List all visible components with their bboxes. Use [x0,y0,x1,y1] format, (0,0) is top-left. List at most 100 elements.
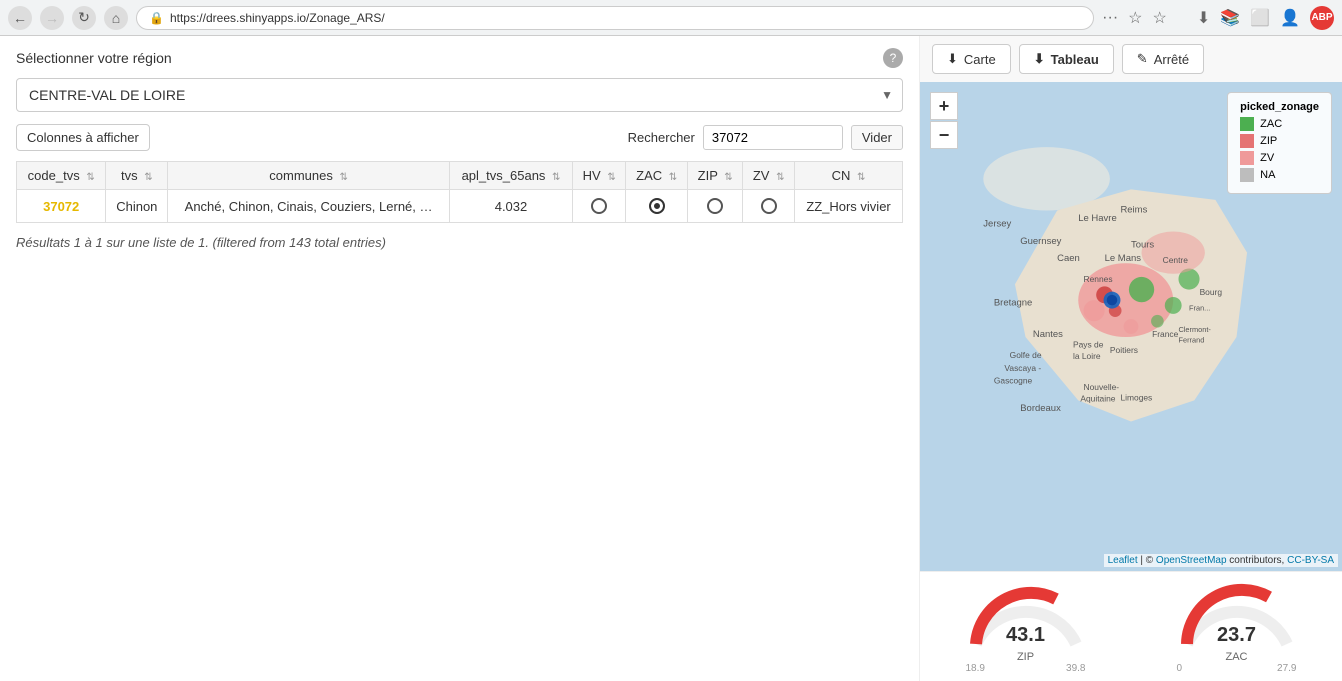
map-container[interactable]: Guernsey Bretagne Golfe de Vascaya - Gas… [920,82,1342,571]
ccbysa-link[interactable]: CC-BY-SA [1287,555,1334,566]
svg-text:Limoges: Limoges [1120,392,1152,402]
gauge-zip-visual: 43.1 [966,579,1086,649]
cell-cn: ZZ_Hors vivier [795,190,903,223]
carte-button[interactable]: ⬇ Carte [932,44,1011,74]
svg-text:Nantes: Nantes [1033,329,1063,340]
main-layout: Sélectionner votre région ? CENTRE-VAL D… [0,36,1342,681]
svg-text:Le Mans: Le Mans [1105,253,1142,264]
data-table: code_tvs ⇅ tvs ⇅ communes ⇅ apl_tvs_65an… [16,161,903,223]
gauge-zac: 23.7 ZAC 0 27.9 [1131,580,1342,673]
cell-communes: Anché, Chinon, Cinais, Couziers, Lerné, … [168,190,450,223]
history-icon[interactable]: 📚 [1220,8,1240,28]
tableau-button[interactable]: ⬇ Tableau [1019,44,1114,74]
back-button[interactable]: ← [8,6,32,30]
legend-label-zv: ZV [1260,152,1274,164]
gauge-zip-label: ZIP [1017,651,1034,663]
lock-icon: 🔒 [149,11,164,25]
map-controls: + − [930,92,958,149]
svg-text:Le Havre: Le Havre [1078,213,1116,224]
radio-zv[interactable] [761,198,777,214]
col-header-cn[interactable]: CN ⇅ [795,162,903,190]
profile-icon[interactable]: 👤 [1280,8,1300,28]
gauge-zip-range: 18.9 39.8 [966,663,1086,674]
right-panel: ⬇ Carte ⬇ Tableau ✎ Arrêté [920,36,1342,681]
legend-color-zv [1240,151,1254,165]
browser-toolbar-icons: ··· ☆ ☆ ⬇ 📚 ⬜ 👤 ABP [1102,6,1334,30]
url-text: https://drees.shinyapps.io/Zonage_ARS/ [170,11,1081,25]
star-icon[interactable]: ☆ [1152,8,1166,28]
col-header-zac[interactable]: ZAC ⇅ [626,162,688,190]
svg-text:Ferrand: Ferrand [1178,335,1204,344]
col-header-communes[interactable]: communes ⇅ [168,162,450,190]
toolbar: Colonnes à afficher Rechercher Vider [16,124,903,151]
gauge-zac-visual: 23.7 [1177,579,1297,649]
svg-text:Vascaya -: Vascaya - [1004,363,1041,373]
gauge-zac-range: 0 27.9 [1177,663,1297,674]
svg-text:Clermont-: Clermont- [1178,325,1211,334]
forward-button[interactable]: → [40,6,64,30]
radio-hv[interactable] [591,198,607,214]
gauge-zip-max: 39.8 [1066,663,1085,674]
svg-text:Jersey: Jersey [983,218,1011,229]
svg-text:Aquitaine: Aquitaine [1080,393,1115,403]
legend-label-zip: ZIP [1260,135,1277,147]
home-button[interactable]: ⌂ [104,6,128,30]
gauge-zac-min: 0 [1177,663,1183,674]
map-toolbar: ⬇ Carte ⬇ Tableau ✎ Arrêté [920,36,1342,82]
download-carte-icon: ⬇ [947,51,958,67]
col-header-zip[interactable]: ZIP ⇅ [688,162,743,190]
legend-item-zv: ZV [1240,151,1319,165]
region-select-wrapper: CENTRE-VAL DE LOIRE ILE-DE-FRANCE NORMAN… [16,78,903,112]
gauge-zip-value: 43.1 [1006,624,1045,647]
more-icon[interactable]: ··· [1102,9,1118,27]
downloads-icon[interactable]: ⬇ [1197,8,1210,28]
cell-hv [573,190,626,223]
address-bar[interactable]: 🔒 https://drees.shinyapps.io/Zonage_ARS/ [136,6,1094,30]
svg-text:Bordeaux: Bordeaux [1020,403,1061,414]
bookmark-icon[interactable]: ☆ [1128,8,1142,28]
map-attribution: Leaflet | © OpenStreetMap contributors, … [1104,554,1338,567]
osm-link[interactable]: OpenStreetMap [1156,555,1227,566]
col-header-hv[interactable]: HV ⇅ [573,162,626,190]
col-header-apl[interactable]: apl_tvs_65ans ⇅ [449,162,572,190]
legend-color-zip [1240,134,1254,148]
gauge-section: 43.1 ZIP 18.9 39.8 23.7 [920,571,1342,681]
col-header-tvs[interactable]: tvs ⇅ [106,162,168,190]
columns-button[interactable]: Colonnes à afficher [16,124,150,151]
svg-text:Fran...: Fran... [1189,304,1210,313]
legend-item-zip: ZIP [1240,134,1319,148]
svg-text:Pays de: Pays de [1073,340,1104,350]
gauge-zip-min: 18.9 [966,663,985,674]
help-icon[interactable]: ? [883,48,903,68]
table-row: 37072 Chinon Anché, Chinon, Cinais, Couz… [17,190,903,223]
radio-zip[interactable] [707,198,723,214]
user-avatar[interactable]: ABP [1310,6,1334,30]
cell-zip [688,190,743,223]
arrete-button[interactable]: ✎ Arrêté [1122,44,1204,74]
reload-button[interactable]: ↻ [72,6,96,30]
col-header-zv[interactable]: ZV ⇅ [743,162,795,190]
gauge-zac-label: ZAC [1226,651,1248,663]
legend-title: picked_zonage [1240,101,1319,113]
zoom-out-button[interactable]: − [930,121,958,149]
zoom-in-button[interactable]: + [930,92,958,120]
results-text: Résultats 1 à 1 sur une liste de 1. (fil… [16,235,903,250]
svg-text:Reims: Reims [1120,205,1147,216]
clear-button[interactable]: Vider [851,125,903,150]
gauge-zac-max: 27.9 [1277,663,1296,674]
svg-text:Golfe de: Golfe de [1010,350,1042,360]
leaflet-link[interactable]: Leaflet [1108,555,1138,566]
left-panel: Sélectionner votre région ? CENTRE-VAL D… [0,36,920,681]
svg-text:Poitiers: Poitiers [1110,345,1138,355]
svg-text:Tours: Tours [1131,239,1154,250]
svg-text:Gascogne: Gascogne [994,375,1033,385]
radio-zac[interactable] [649,198,665,214]
svg-text:Guernsey: Guernsey [1020,236,1061,247]
svg-text:Nouvelle-: Nouvelle- [1084,382,1120,392]
col-header-code-tvs[interactable]: code_tvs ⇅ [17,162,106,190]
legend-item-na: NA [1240,168,1319,182]
region-select[interactable]: CENTRE-VAL DE LOIRE ILE-DE-FRANCE NORMAN… [16,78,903,112]
svg-text:Bretagne: Bretagne [994,297,1033,308]
search-input[interactable] [703,125,843,150]
tabs-icon[interactable]: ⬜ [1250,8,1270,28]
